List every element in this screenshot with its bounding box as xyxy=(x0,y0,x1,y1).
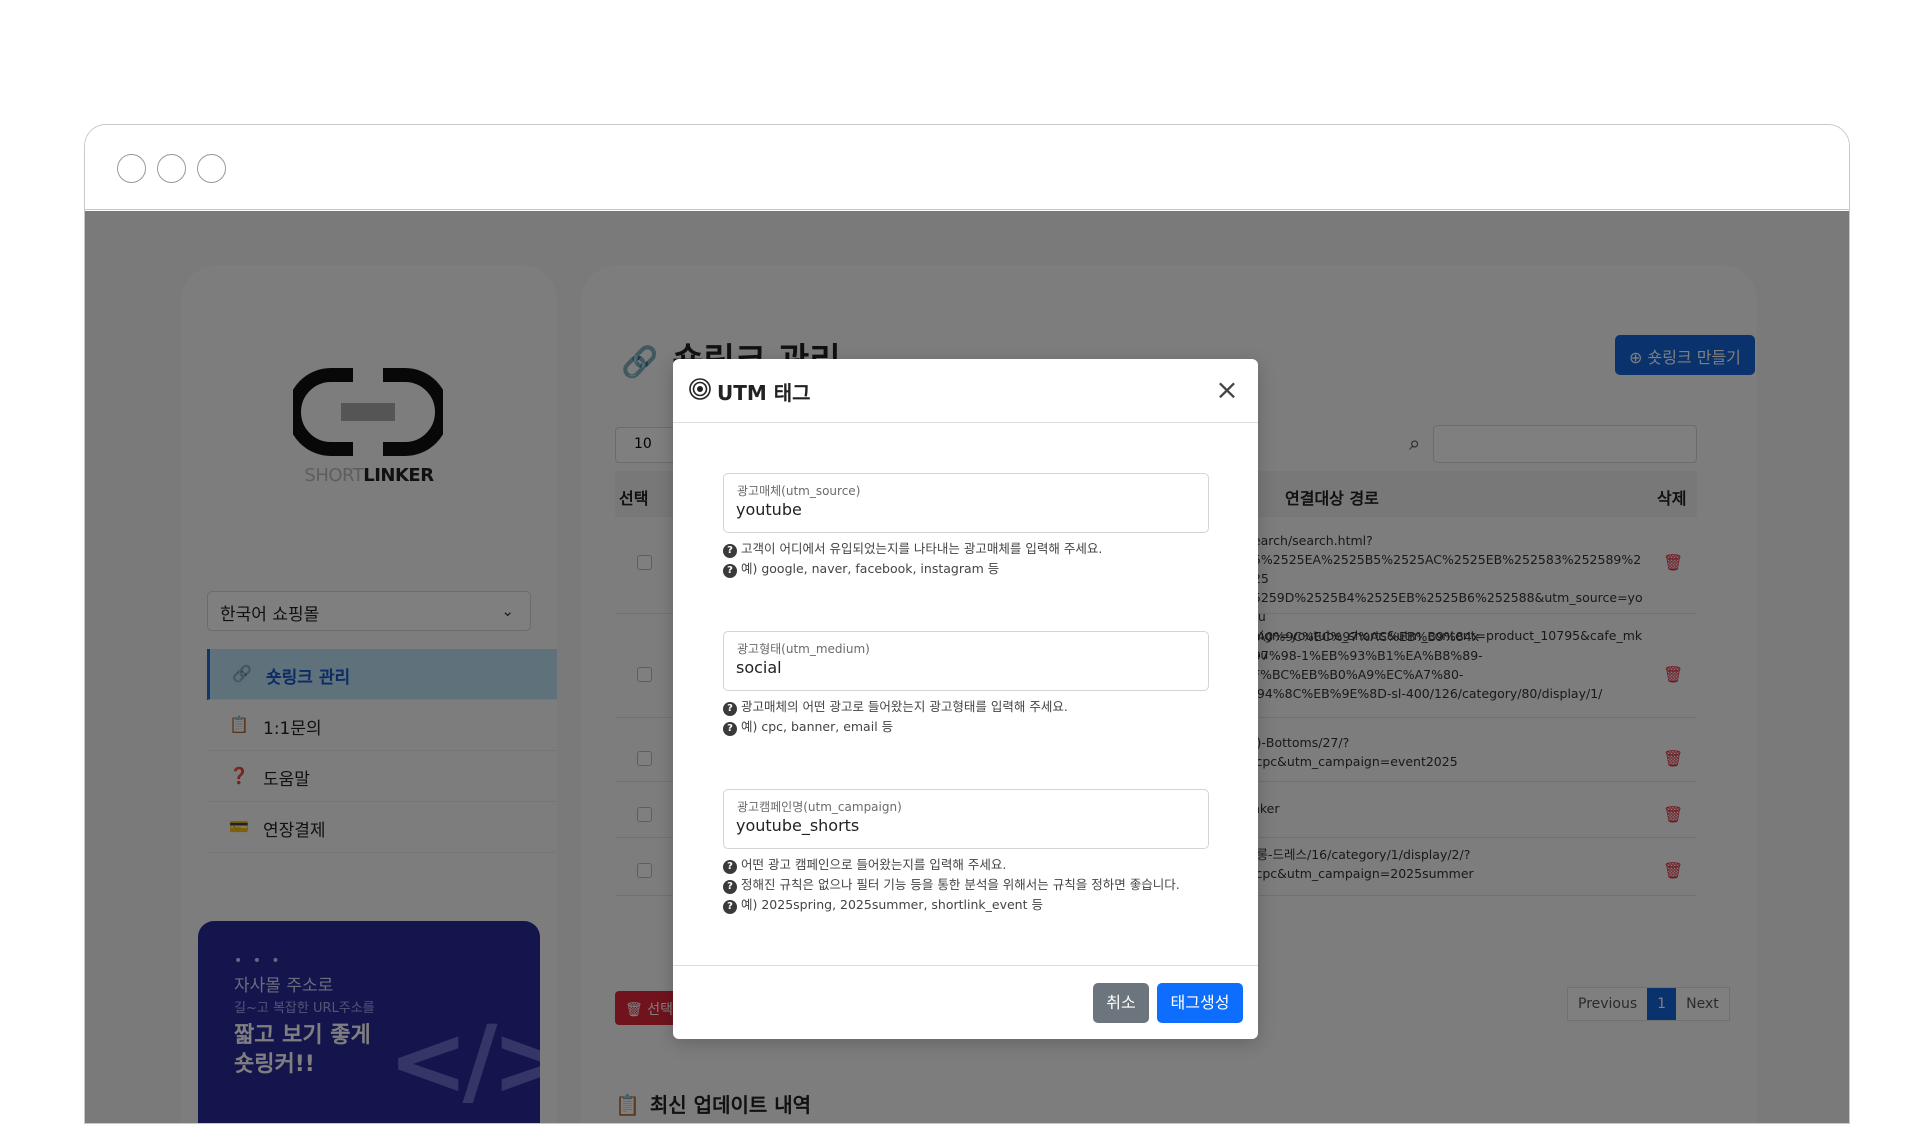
utm-campaign-label: 광고캠페인명(utm_campaign) xyxy=(737,800,902,814)
help-text: 예) google, naver, facebook, instagram 등 xyxy=(741,561,1000,576)
help-icon: ? xyxy=(723,564,737,578)
help-icon: ? xyxy=(723,702,737,716)
utm-medium-input[interactable] xyxy=(736,658,1196,677)
help-icon: ? xyxy=(723,900,737,914)
help-text: 고객이 어디에서 유입되었는지를 나타내는 광고매체를 입력해 주세요. xyxy=(741,541,1103,556)
utm-medium-label: 광고형태(utm_medium) xyxy=(737,642,870,656)
utm-campaign-input[interactable] xyxy=(736,816,1196,835)
utm-source-label: 광고매체(utm_source) xyxy=(737,484,861,498)
help-text: 광고매체의 어떤 광고로 들어왔는지 광고형태를 입력해 주세요. xyxy=(741,699,1068,714)
help-text: 정해진 규칙은 없으나 필터 기능 등을 통한 분석을 위해서는 규칙을 정하면… xyxy=(741,877,1180,892)
utm-tag-modal: UTM 태그 × 광고매체(utm_source) ? 고객이 어디에서 유입되었… xyxy=(673,359,1258,1039)
cancel-button[interactable]: 취소 xyxy=(1093,983,1149,1023)
utm-source-field[interactable]: 광고매체(utm_source) xyxy=(723,473,1209,533)
help-icon: ? xyxy=(723,544,737,558)
help-text: 예) cpc, banner, email 등 xyxy=(741,719,894,734)
create-tag-button[interactable]: 태그생성 xyxy=(1157,983,1243,1023)
window-maximize-dot[interactable] xyxy=(197,154,226,183)
help-icon: ? xyxy=(723,880,737,894)
help-icon: ? xyxy=(723,722,737,736)
help-text: 예) 2025spring, 2025summer, shortlink_eve… xyxy=(741,897,1043,912)
modal-title: UTM 태그 xyxy=(717,381,811,405)
help-icon: ? xyxy=(723,860,737,874)
utm-campaign-field[interactable]: 광고캠페인명(utm_campaign) xyxy=(723,789,1209,849)
window-close-dot[interactable] xyxy=(117,154,146,183)
utm-source-input[interactable] xyxy=(736,500,1196,519)
window-titlebar xyxy=(85,125,1849,210)
modal-footer-divider xyxy=(673,965,1258,966)
utm-medium-field[interactable]: 광고형태(utm_medium) xyxy=(723,631,1209,691)
close-icon[interactable]: × xyxy=(1210,373,1244,407)
target-icon xyxy=(689,378,711,400)
modal-header: UTM 태그 × xyxy=(673,359,1258,423)
utm-source-help: ? 고객이 어디에서 유입되었는지를 나타내는 광고매체를 입력해 주세요. ? 예… xyxy=(723,539,1223,579)
utm-medium-help: ? 광고매체의 어떤 광고로 들어왔는지 광고형태를 입력해 주세요. ? 예) c… xyxy=(723,697,1223,737)
utm-campaign-help: ? 어떤 광고 캠페인으로 들어왔는지를 입력해 주세요. ? 정해진 규칙은 없으… xyxy=(723,855,1223,915)
window-minimize-dot[interactable] xyxy=(157,154,186,183)
help-text: 어떤 광고 캠페인으로 들어왔는지를 입력해 주세요. xyxy=(741,857,1007,872)
